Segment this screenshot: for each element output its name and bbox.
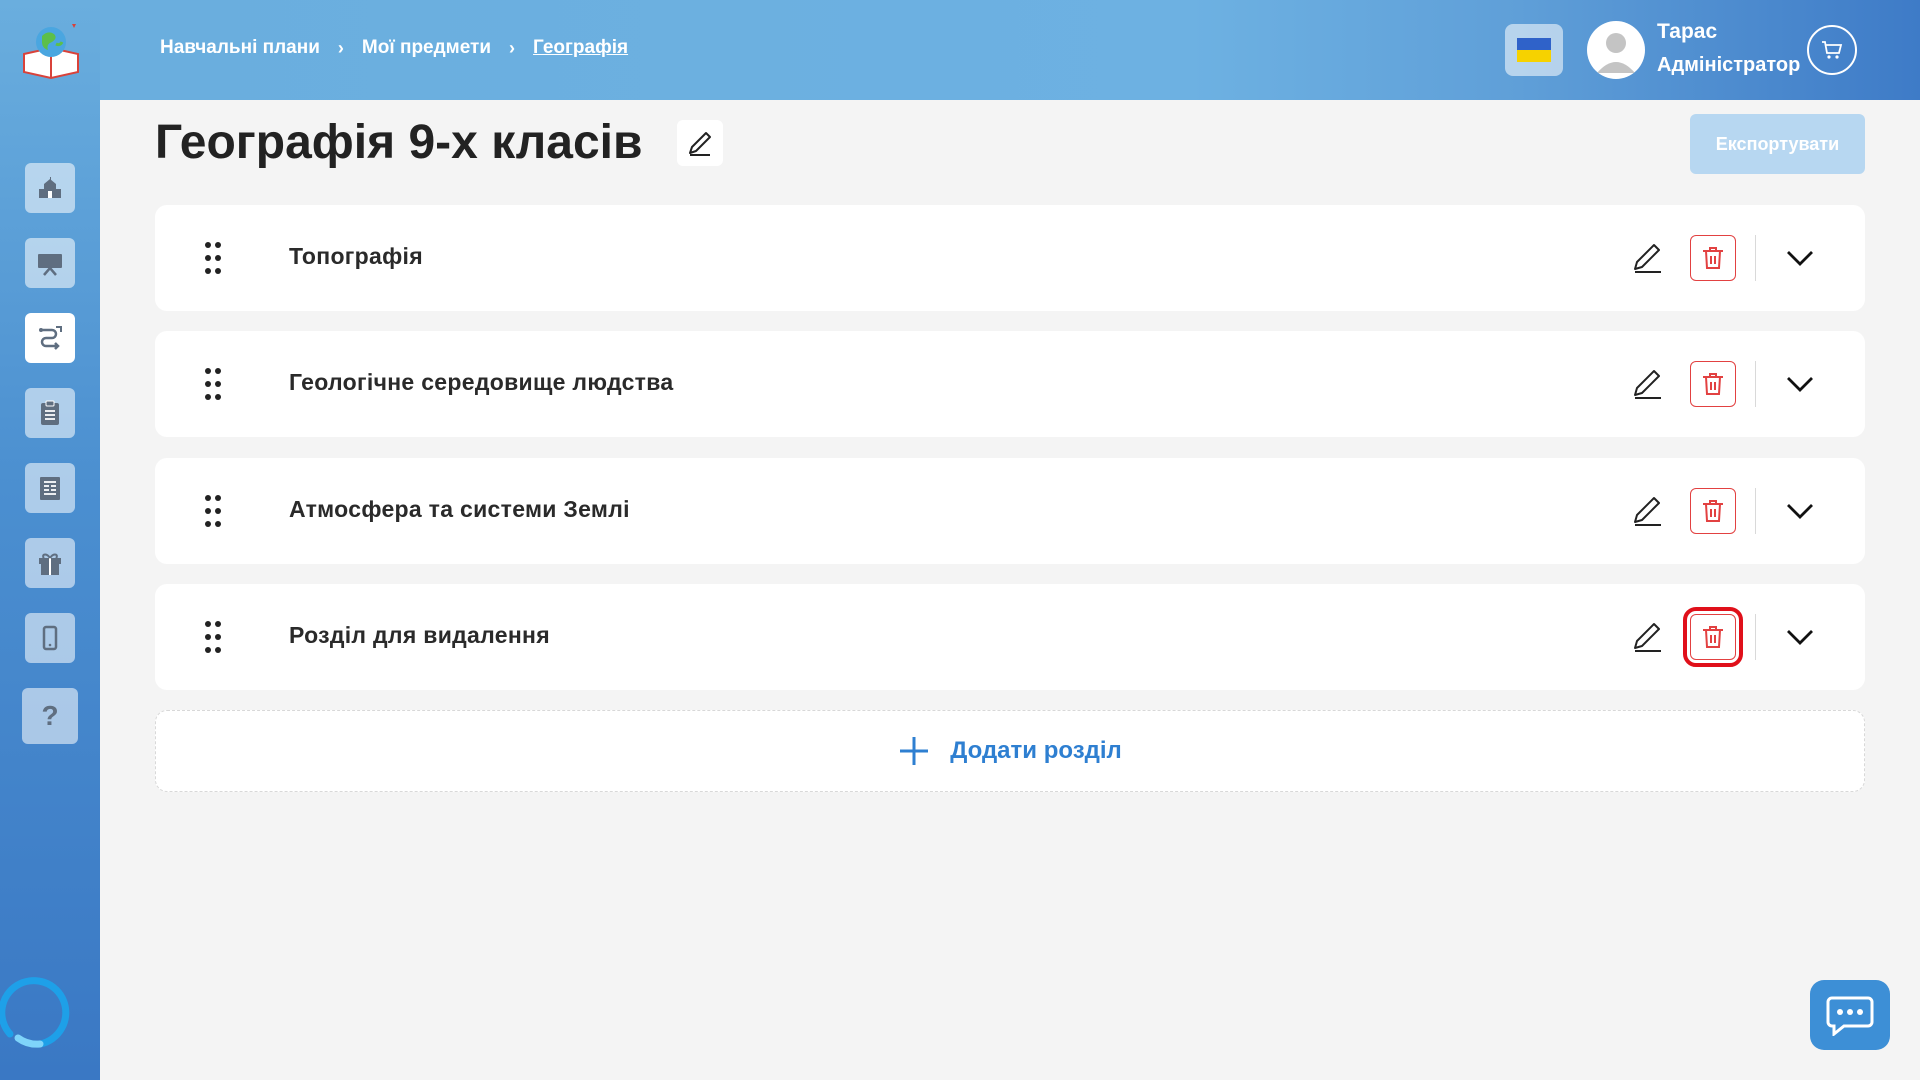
chevron-down-icon [1787,630,1813,645]
cart-icon [1822,41,1843,59]
curriculum-icon [39,326,62,350]
chat-icon [1826,996,1874,1036]
cart-button[interactable] [1807,25,1857,75]
school-icon [39,177,61,198]
breadcrumb-current[interactable]: Географія [533,37,628,59]
sidebar-item-mobile[interactable] [25,613,75,663]
language-button[interactable] [1505,24,1563,76]
presentation-icon [38,254,62,276]
breadcrumb: Навчальні плани › Мої предмети › Географ… [160,37,628,59]
add-section-label: Додати розділ [950,737,1122,764]
section-row: Атмосфера та системи Землі [155,458,1865,564]
expand-section-button[interactable] [1777,361,1823,407]
expand-section-button[interactable] [1777,488,1823,534]
app-logo[interactable] [20,20,82,80]
plus-icon [900,737,929,765]
help-icon: ? [41,700,59,731]
edit-section-button[interactable] [1625,235,1671,281]
pencil-icon [1634,623,1661,652]
chevron-down-icon [1787,377,1813,392]
journal-icon [40,477,60,500]
sidebar-item-journal[interactable] [25,463,75,513]
section-title: Атмосфера та системи Землі [289,496,630,522]
breadcrumb-separator: › [509,37,516,58]
user-name[interactable]: Тарас [1657,20,1717,44]
divider [1755,614,1756,660]
edit-title-button[interactable] [677,120,723,166]
delete-section-button[interactable] [1690,361,1736,407]
chevron-down-icon [1787,504,1813,519]
drag-handle-icon[interactable] [203,240,223,276]
chat-button[interactable] [1810,980,1890,1050]
top-header: Навчальні плани › Мої предмети › Географ… [100,0,1920,100]
divider [1755,361,1756,407]
pencil-icon [1634,244,1661,273]
trash-icon [1703,247,1723,269]
page-title: Географія 9-х класів [155,116,643,169]
sidebar-item-schools[interactable] [25,163,75,213]
pencil-icon [689,132,711,156]
breadcrumb-separator: › [337,37,344,58]
sidebar-item-lessons[interactable] [25,238,75,288]
section-title: Розділ для видалення [289,622,550,648]
divider [1755,235,1756,281]
section-title: Топографія [289,243,423,269]
drag-handle-icon[interactable] [203,493,223,529]
section-row: Розділ для видалення [155,584,1865,690]
delete-section-button[interactable] [1690,488,1736,534]
sidebar-item-gifts[interactable] [25,538,75,588]
user-avatar-icon [1597,33,1635,73]
avatar[interactable] [1587,21,1645,79]
sidebar: ? [0,0,100,1080]
section-title: Геологічне середовище людства [289,369,674,395]
pencil-icon [1634,497,1661,526]
breadcrumb-my-subjects[interactable]: Мої предмети [362,37,491,59]
pencil-icon [1634,370,1661,399]
expand-section-button[interactable] [1777,614,1823,660]
trash-icon [1703,500,1723,522]
divider [1755,488,1756,534]
mobile-icon [42,625,58,651]
edit-section-button[interactable] [1625,488,1671,534]
add-section-button[interactable]: Додати розділ [155,710,1865,792]
sidebar-item-help[interactable]: ? [22,688,78,744]
breadcrumb-curricula[interactable]: Навчальні плани [160,37,320,59]
loading-spinner-icon [0,977,70,1048]
chevron-down-icon [1787,251,1813,266]
trash-icon [1703,373,1723,395]
delete-section-button[interactable] [1690,235,1736,281]
user-role: Адміністратор [1657,54,1801,76]
edit-section-button[interactable] [1625,361,1671,407]
expand-section-button[interactable] [1777,235,1823,281]
sidebar-item-tasks[interactable] [25,388,75,438]
delete-section-button[interactable] [1683,607,1743,667]
ukraine-flag-icon [1517,38,1551,62]
clipboard-icon [41,400,59,425]
export-button[interactable]: Експортувати [1690,114,1865,174]
section-row: Топографія [155,205,1865,311]
section-row: Геологічне середовище людства [155,331,1865,437]
drag-handle-icon[interactable] [203,366,223,402]
drag-handle-icon[interactable] [203,619,223,655]
edit-section-button[interactable] [1625,614,1671,660]
sidebar-item-curriculum[interactable] [25,313,75,363]
gift-icon [39,553,61,575]
trash-icon [1703,626,1723,648]
